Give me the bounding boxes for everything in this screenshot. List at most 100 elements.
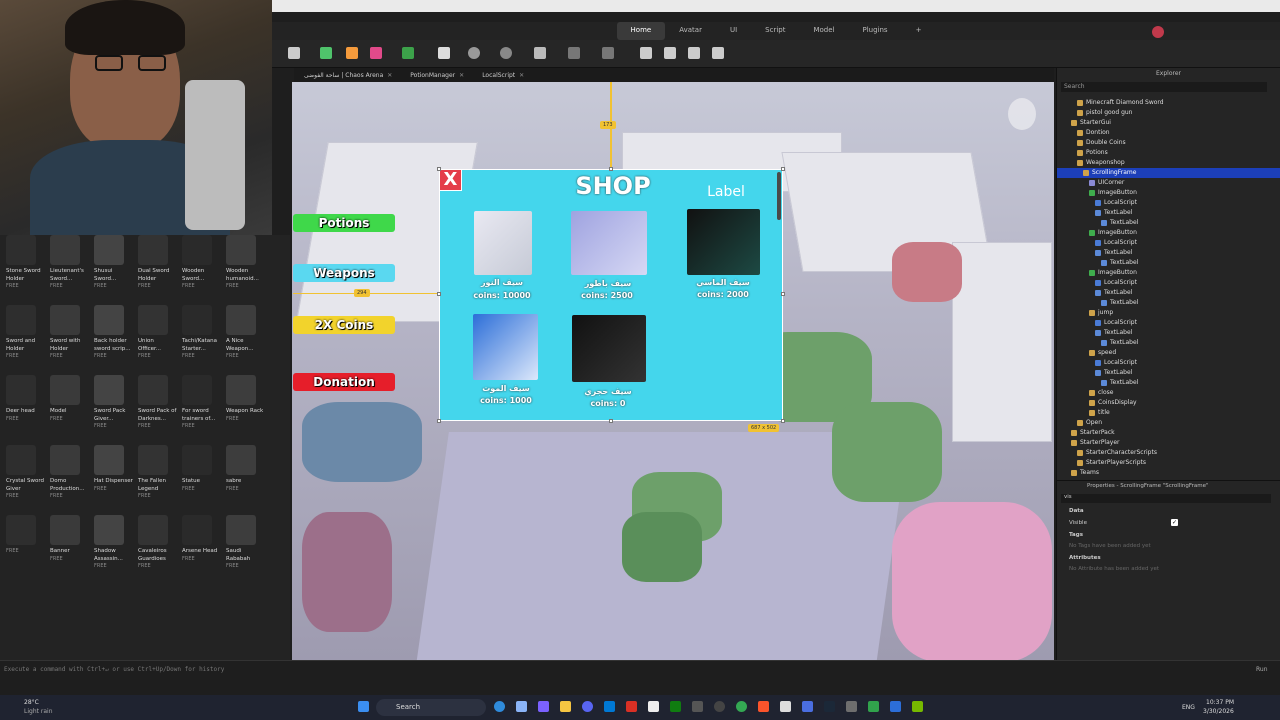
resize-handle[interactable] <box>609 167 613 171</box>
part-icon[interactable] <box>288 47 300 59</box>
app-icon[interactable] <box>538 701 549 712</box>
model-icon[interactable] <box>438 47 450 59</box>
sword-image-diamond[interactable] <box>687 209 760 275</box>
toolbox-item[interactable]: A Nice Weapon... FREE <box>226 305 266 360</box>
menu-tab-ui[interactable]: UI <box>716 22 751 40</box>
explorer-row[interactable]: LocalScript <box>1057 238 1280 248</box>
viewcube-icon[interactable] <box>1008 98 1036 130</box>
menu-tab-add[interactable]: + <box>902 22 936 40</box>
toolbox-item[interactable]: Back holder sword scrip... FREE <box>94 305 134 360</box>
terrain-icon[interactable] <box>320 47 332 59</box>
align-icon[interactable] <box>640 47 652 59</box>
sword-image-batour[interactable] <box>571 211 647 275</box>
resize-handle[interactable] <box>609 419 613 423</box>
explorer-row[interactable]: close <box>1057 388 1280 398</box>
clock-time[interactable]: 10:37 PM <box>1206 699 1234 706</box>
scale-icon[interactable] <box>534 47 546 59</box>
explorer-row[interactable]: ImageButton <box>1057 228 1280 238</box>
doc-tab-place[interactable]: ساحة الفوضى | Chaos Arena ✕ <box>298 68 398 82</box>
visible-checkbox[interactable]: ✓ <box>1171 519 1178 526</box>
resize-handle[interactable] <box>437 419 441 423</box>
potions-button[interactable]: Potions <box>293 214 395 232</box>
toolbox-item[interactable]: FREE <box>6 515 46 555</box>
explorer-row[interactable]: LocalScript <box>1057 318 1280 328</box>
properties-filter-input[interactable]: vis <box>1061 494 1271 503</box>
material-icon[interactable] <box>346 47 358 59</box>
toolbox-item[interactable]: Arsene Head FREE <box>182 515 222 563</box>
explorer-row[interactable]: TextLabel <box>1057 368 1280 378</box>
toolbox-item[interactable]: Union Officer... FREE <box>138 305 178 360</box>
explorer-row[interactable]: TextLabel <box>1057 378 1280 388</box>
explorer-row[interactable]: TextLabel <box>1057 288 1280 298</box>
data-section-header[interactable]: Data <box>1069 508 1084 514</box>
double-coins-button[interactable]: 2X Coins <box>293 316 395 334</box>
github-icon[interactable] <box>714 701 725 712</box>
explorer-row[interactable]: StarterGui <box>1057 118 1280 128</box>
resize-handle[interactable] <box>781 292 785 296</box>
menu-tab-script[interactable]: Script <box>751 22 799 40</box>
toolbox-item[interactable]: Banner FREE <box>50 515 90 563</box>
doc-tab-localscript[interactable]: LocalScript ✕ <box>476 68 530 82</box>
toolbox-item[interactable]: Weapon Rack FREE <box>226 375 266 423</box>
resize-handle[interactable] <box>437 167 441 171</box>
folder-icon[interactable] <box>560 701 571 712</box>
nvidia-icon[interactable] <box>912 701 923 712</box>
anchor-icon[interactable] <box>602 47 614 59</box>
explorer-row[interactable]: jump <box>1057 308 1280 318</box>
roblox-studio-icon[interactable] <box>780 701 791 712</box>
explorer-row[interactable]: CoinsDisplay <box>1057 398 1280 408</box>
taskbar-search[interactable]: Search <box>376 699 486 716</box>
app-icon[interactable] <box>890 701 901 712</box>
toolbox-item[interactable]: Lieutenant's Sword... FREE <box>50 235 90 290</box>
toolbox-item[interactable]: The Fallen Legend FREE <box>138 445 178 500</box>
steam-icon[interactable] <box>824 701 835 712</box>
explorer-row[interactable]: LocalScript <box>1057 278 1280 288</box>
shop-close-button[interactable]: X <box>439 169 462 191</box>
resize-handle[interactable] <box>781 167 785 171</box>
toolbox-item[interactable]: sabre FREE <box>226 445 266 493</box>
layers-icon[interactable] <box>664 47 676 59</box>
explorer-row[interactable]: UICorner <box>1057 178 1280 188</box>
sword-image-death[interactable] <box>473 314 538 380</box>
toolbox-item[interactable]: Hat Dispenser FREE <box>94 445 134 493</box>
explorer-row[interactable]: pistol good gun <box>1057 108 1280 118</box>
donation-button[interactable]: Donation <box>293 373 395 391</box>
explorer-row[interactable]: Weaponshop <box>1057 158 1280 168</box>
toolbox-item[interactable]: Wooden humanoid... FREE <box>226 235 266 290</box>
explorer-row[interactable]: ScrollingFrame <box>1057 168 1280 178</box>
app-icon[interactable] <box>648 701 659 712</box>
toolbox-item[interactable]: Shusui Sword... FREE <box>94 235 134 290</box>
explorer-row[interactable]: StarterPlayerScripts <box>1057 458 1280 468</box>
resize-handle[interactable] <box>781 419 785 423</box>
menu-tab-avatar[interactable]: Avatar <box>665 22 716 40</box>
color-icon[interactable] <box>370 47 382 59</box>
close-icon[interactable]: ✕ <box>519 72 524 79</box>
toolbox-item[interactable]: Deer head FREE <box>6 375 46 423</box>
toolbox-item[interactable]: Statue FREE <box>182 445 222 493</box>
select-icon[interactable] <box>468 47 480 59</box>
explorer-row[interactable]: LocalScript <box>1057 198 1280 208</box>
toolbox-item[interactable]: Cavaleiros Guardioes FREE <box>138 515 178 570</box>
explorer-row[interactable]: Teams <box>1057 468 1280 478</box>
weather-temp[interactable]: 28°C <box>24 699 39 706</box>
tags-section-header[interactable]: Tags <box>1069 532 1083 538</box>
explorer-row[interactable]: TextLabel <box>1057 218 1280 228</box>
app-icon[interactable] <box>516 701 527 712</box>
explorer-row[interactable]: TextLabel <box>1057 338 1280 348</box>
clock-date[interactable]: 3/30/2026 <box>1203 708 1234 715</box>
brave-icon[interactable] <box>758 701 769 712</box>
explorer-row[interactable]: title <box>1057 408 1280 418</box>
toolbox-item[interactable]: Sword Pack Giver... FREE <box>94 375 134 430</box>
toolbox-item[interactable]: Model FREE <box>50 375 90 423</box>
move-icon[interactable] <box>500 47 512 59</box>
weapons-button[interactable]: Weapons <box>293 264 395 282</box>
toolbox-item[interactable]: Tachi/Katana Starter... FREE <box>182 305 222 360</box>
toolbox-item[interactable]: Shadow Assassin... FREE <box>94 515 134 570</box>
edge-icon[interactable] <box>494 701 505 712</box>
sword-image-stone[interactable] <box>572 315 646 382</box>
menu-tab-model[interactable]: Model <box>799 22 848 40</box>
menu-tab-plugins[interactable]: Plugins <box>849 22 902 40</box>
toolbox-item[interactable]: Wooden Sword... FREE <box>182 235 222 290</box>
explorer-row[interactable]: TextLabel <box>1057 208 1280 218</box>
sword-image-light[interactable] <box>474 211 532 275</box>
